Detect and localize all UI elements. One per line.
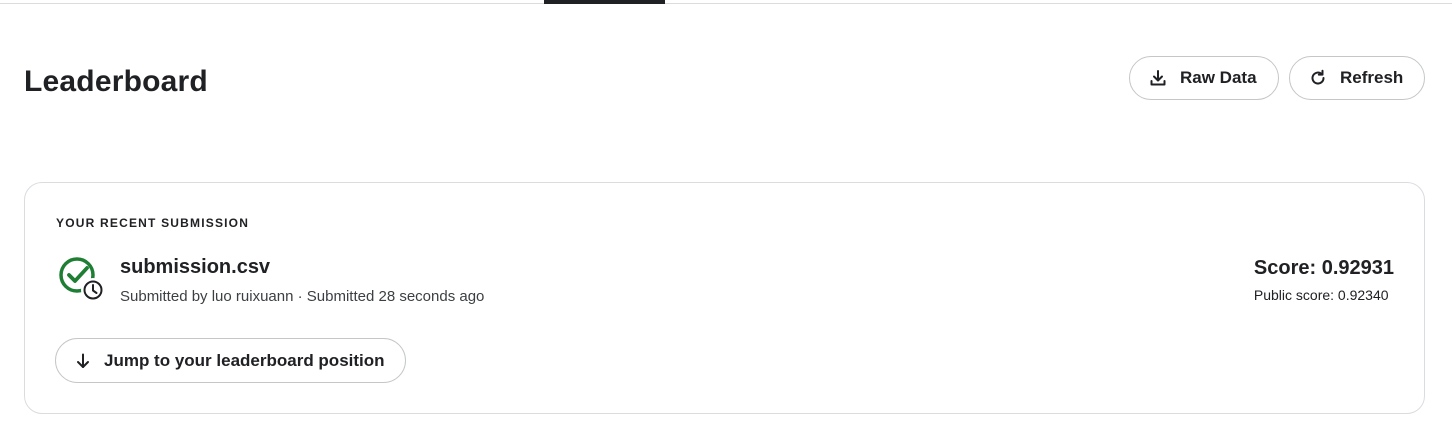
arrow-down-icon bbox=[74, 352, 92, 370]
section-label: YOUR RECENT SUBMISSION bbox=[56, 216, 250, 230]
refresh-button[interactable]: Refresh bbox=[1289, 56, 1425, 100]
refresh-icon bbox=[1308, 68, 1328, 88]
raw-data-button[interactable]: Raw Data bbox=[1129, 56, 1279, 100]
raw-data-label: Raw Data bbox=[1180, 68, 1257, 87]
public-score: Public score: 0.92340 bbox=[1253, 287, 1389, 303]
score-block: Score: 0.92931 Public score: 0.92340 bbox=[1254, 256, 1394, 304]
score: Score: 0.92931 bbox=[1253, 257, 1394, 279]
recent-submission-card: YOUR RECENT SUBMISSION submission.csv Su… bbox=[24, 182, 1425, 414]
top-divider bbox=[0, 3, 1452, 4]
page-title: Leaderboard bbox=[24, 65, 208, 98]
submission-meta: Submitted by luo ruixuann · Submitted 28… bbox=[120, 288, 485, 305]
download-icon bbox=[1148, 68, 1168, 88]
check-circle-pending-icon bbox=[58, 256, 108, 306]
refresh-label: Refresh bbox=[1340, 68, 1404, 87]
jump-label: Jump to your leaderboard position bbox=[104, 350, 385, 370]
submission-file-name[interactable]: submission.csv bbox=[120, 256, 270, 279]
jump-to-position-button[interactable]: Jump to your leaderboard position bbox=[55, 338, 406, 383]
active-tab-indicator bbox=[544, 0, 665, 4]
